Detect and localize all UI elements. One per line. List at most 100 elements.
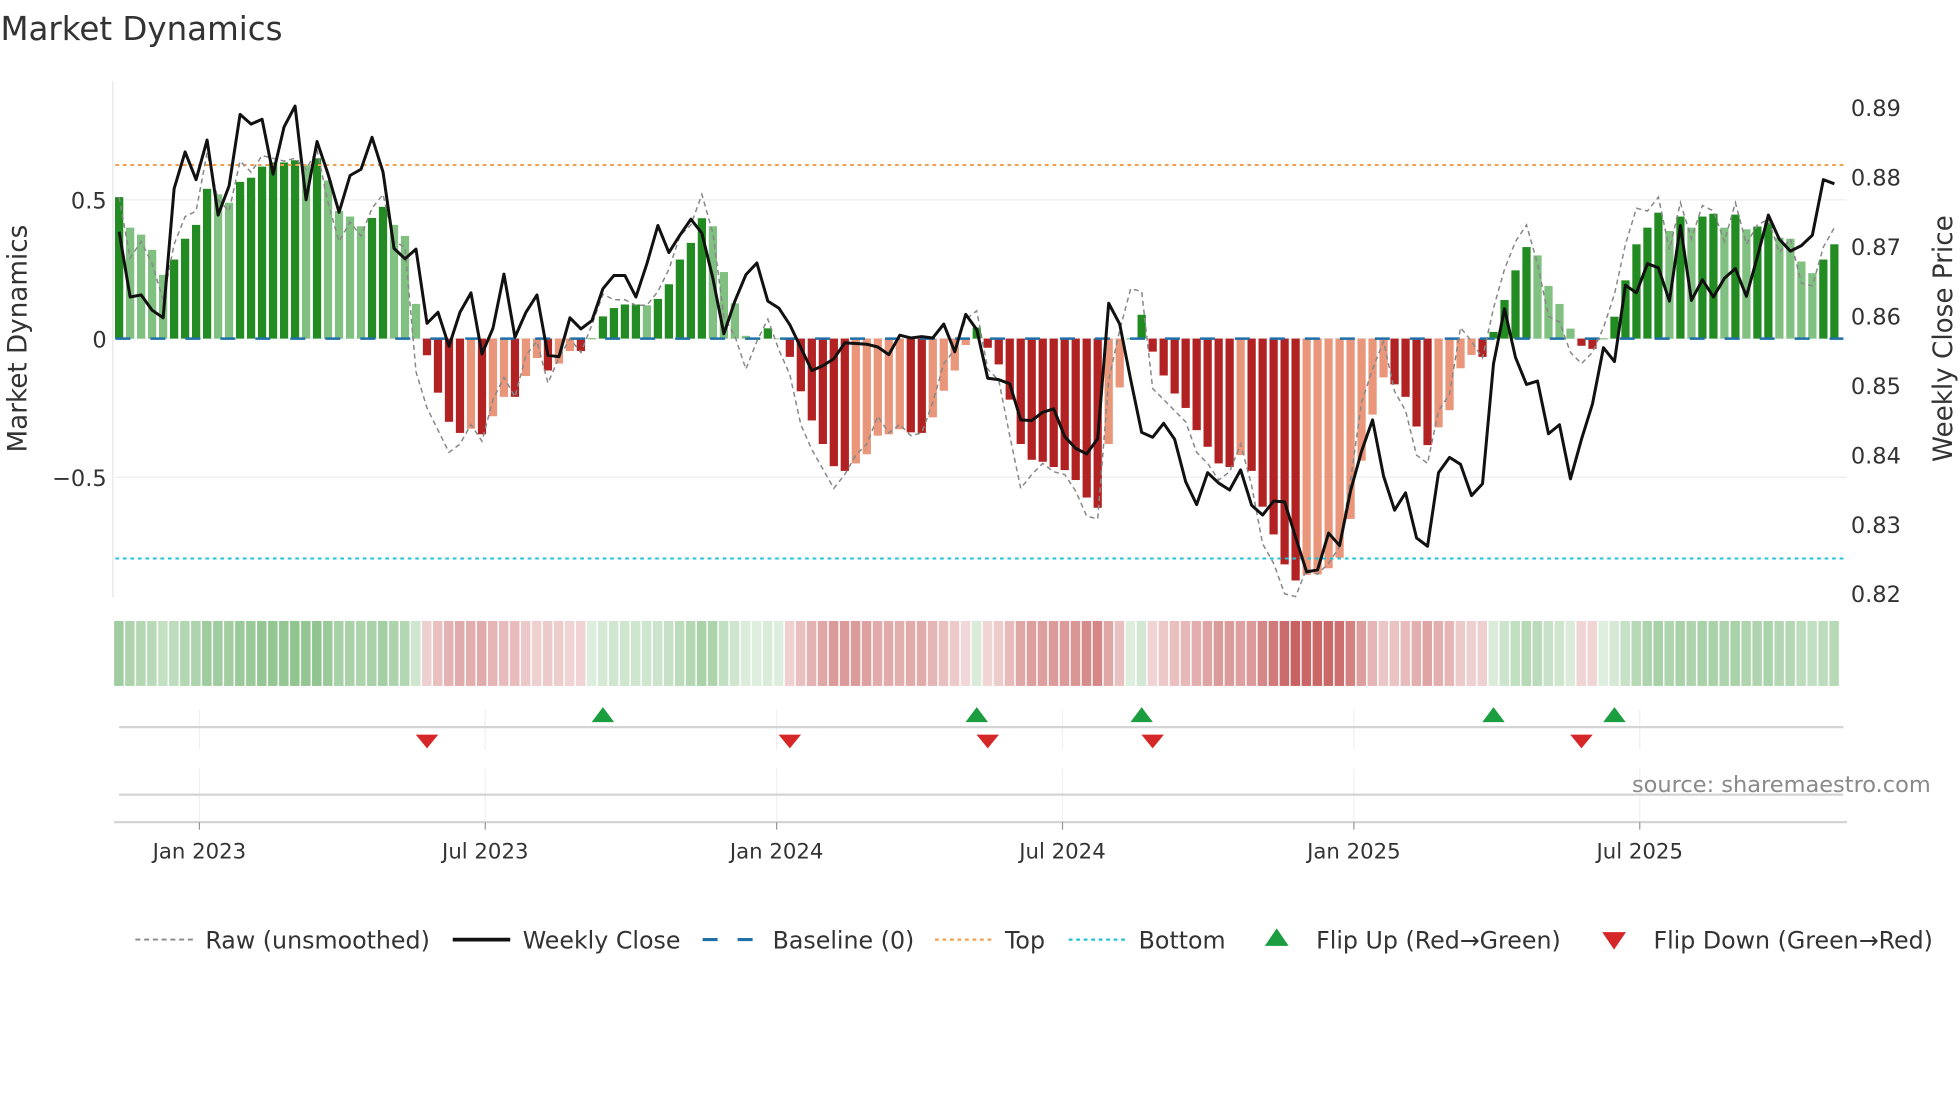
heat-strip-cell — [1103, 620, 1114, 686]
dynamics-bar — [1786, 238, 1795, 339]
dynamics-bar — [818, 338, 827, 444]
heat-strip-cell — [1257, 620, 1268, 686]
dynamics-bar — [246, 177, 256, 339]
legend-label: Baseline (0) — [773, 926, 915, 954]
flip-up-marker — [1603, 707, 1626, 723]
dynamics-bar — [1533, 255, 1542, 339]
heat-strip-cell — [707, 620, 718, 686]
dynamics-bar — [1016, 338, 1025, 444]
heat-strip-cell — [674, 620, 685, 686]
heat-strip-cell — [1807, 620, 1817, 686]
y-tick-label-right: 0.88 — [1851, 166, 1901, 192]
heat-strip-cell — [1433, 620, 1444, 686]
dynamics-bar — [939, 338, 948, 391]
heat-strip-cell — [1741, 620, 1751, 686]
heat-strip-cell — [1829, 620, 1839, 686]
dynamics-bar — [653, 298, 663, 339]
dynamics-bar — [1280, 338, 1289, 565]
heat-strip-cell — [1356, 620, 1367, 686]
heat-strip-cell — [1752, 620, 1762, 686]
heat-strip-cell — [630, 620, 641, 686]
dynamics-bar — [1808, 273, 1817, 339]
heat-strip-cell — [1191, 620, 1202, 686]
heat-strip-cell — [1246, 620, 1257, 686]
heat-strip-cell — [960, 620, 971, 686]
legend-label: Flip Up (Red→Green) — [1316, 926, 1561, 954]
dynamics-bar — [510, 338, 520, 397]
heat-strip-cell — [696, 620, 707, 686]
heat-strip-cell — [1092, 620, 1103, 686]
heat-strip-cell — [806, 620, 817, 686]
dynamics-bar — [928, 338, 937, 418]
heat-strip-cell — [938, 620, 949, 686]
heat-strip-cell — [1367, 620, 1378, 686]
heat-strip-cell — [509, 620, 520, 686]
heat-strip-cell — [1609, 620, 1619, 686]
dynamics-bar — [1236, 338, 1245, 456]
dynamics-bar — [1071, 338, 1080, 481]
source-credit: source: sharemaestro.com — [1632, 772, 1931, 798]
heat-strip-cell — [432, 620, 443, 686]
heat-strip-cell — [553, 620, 564, 686]
dynamics-bar — [235, 181, 245, 339]
heat-strip-cell — [872, 620, 883, 686]
dynamics-bar — [1577, 338, 1586, 346]
flip-down-marker — [976, 734, 999, 749]
dynamics-bar — [137, 234, 146, 339]
heat-strip-cell — [1070, 620, 1081, 686]
dynamics-bar — [1643, 227, 1652, 339]
dynamics-bar — [312, 158, 322, 339]
heat-strip-cell — [465, 620, 476, 686]
dynamics-bar — [1709, 213, 1718, 339]
heat-strip-cell — [191, 620, 201, 686]
heat-strip-cell — [1213, 620, 1224, 686]
dynamics-bar — [675, 259, 685, 339]
legend-item-top: Top — [935, 926, 1045, 954]
heat-strip-cell — [608, 620, 619, 686]
flip-down-icon — [1602, 932, 1626, 950]
heat-strip-cell — [367, 620, 377, 686]
heat-strip-cell — [1719, 620, 1729, 686]
dynamics-bar — [466, 338, 476, 429]
dynamics-bar — [202, 188, 212, 339]
flip-down-marker — [778, 734, 802, 749]
heat-strip-cell — [1576, 620, 1586, 686]
y-tick-label-right: 0.87 — [1851, 235, 1901, 261]
x-tick-label: Jan 2023 — [151, 839, 247, 864]
dynamics-bar — [906, 338, 915, 433]
dynamics-bar — [1401, 338, 1410, 397]
heat-strip-cell — [861, 620, 872, 686]
heat-strip-cell — [1125, 620, 1136, 686]
heat-strip-cell — [1466, 620, 1477, 686]
heat-strip-cell — [542, 620, 553, 686]
heat-strip-cell — [1004, 620, 1015, 686]
heat-strip-cell — [828, 620, 839, 686]
heat-strip-cell — [916, 620, 927, 686]
heat-strip-cell — [443, 620, 454, 686]
x-tick-label: Jan 2025 — [1305, 839, 1401, 864]
heat-strip-cell — [345, 620, 355, 686]
heat-strip-cell — [718, 620, 729, 686]
dynamics-bar — [598, 316, 608, 339]
heat-strip-cell — [1334, 620, 1345, 686]
dynamics-bar — [1170, 338, 1179, 394]
dynamics-bar — [1148, 338, 1157, 352]
heat-strip-cell — [290, 620, 300, 686]
heat-strip-cell — [1147, 620, 1158, 686]
legend-item-bottom: Bottom — [1068, 926, 1226, 954]
y-tick-label-right: 0.83 — [1851, 513, 1901, 539]
dynamics-bar — [895, 338, 904, 430]
heat-strip-cell — [1686, 620, 1696, 686]
dynamics-bar — [224, 202, 234, 339]
flip-markers-panel: Jan 2023 Jul 2023 Jan 2024 Jul 2024 Jan 2025… — [114, 707, 1848, 864]
dynamics-bar — [620, 304, 630, 339]
dynamics-bar — [411, 303, 421, 339]
heat-strip-cell — [1235, 620, 1246, 686]
heat-strip-cell — [1323, 620, 1334, 686]
heat-strip-cell — [1774, 620, 1784, 686]
legend: Raw (unsmoothed) Weekly Close Baseline (0)… — [135, 926, 1933, 954]
heat-strip-cell — [1620, 620, 1630, 686]
heat-strip-cell — [136, 620, 146, 686]
dynamics-bar — [356, 226, 366, 339]
dynamics-bar — [1049, 338, 1058, 468]
